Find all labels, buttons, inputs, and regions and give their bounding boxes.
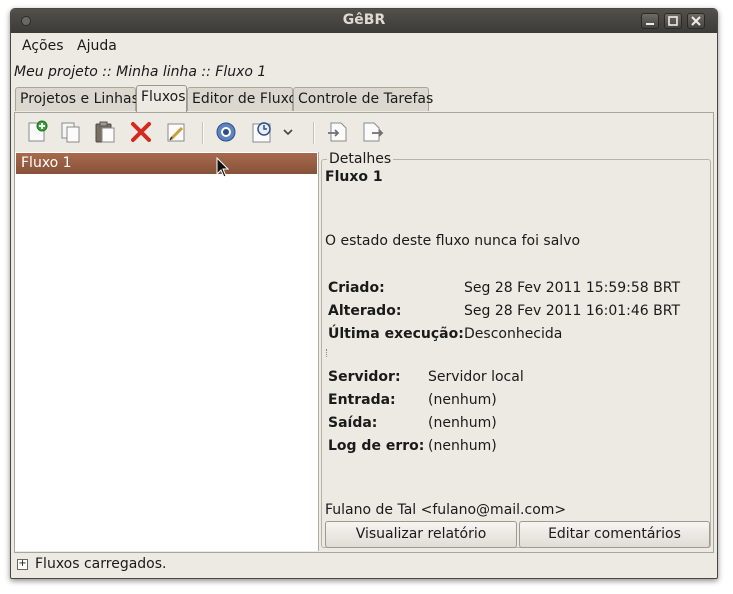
menu-ajuda[interactable]: Ajuda [77, 38, 117, 54]
delete-icon [131, 122, 151, 142]
created-value: Seg 28 Fev 2011 15:59:58 BRT [464, 280, 681, 296]
tab-editor-de-fluxo[interactable]: Editor de Fluxo [187, 87, 297, 111]
expand-log-button[interactable]: + [17, 559, 28, 570]
delete-button[interactable] [129, 120, 153, 144]
output-value: (nenhum) [428, 415, 497, 431]
tab-fluxos[interactable]: Fluxos [136, 85, 187, 112]
tab-projetos-e-linhas[interactable]: Projetos e Linhas [15, 87, 139, 111]
minimize-icon [646, 23, 654, 25]
breadcrumb: Meu projeto :: Minha linha :: Fluxo 1 [14, 64, 267, 80]
close-window-button[interactable] [687, 13, 705, 29]
details-state-text: O estado deste fluxo nunca foi salvo [325, 233, 581, 249]
author-text: Fulano de Tal <fulano@mail.com> [325, 502, 567, 518]
copy-button[interactable] [59, 120, 83, 144]
output-label: Saída: [328, 415, 378, 431]
toolbar [15, 113, 713, 151]
copy-icon [61, 122, 80, 143]
modified-value: Seg 28 Fev 2011 16:01:46 BRT [464, 303, 681, 319]
details-legend: Detalhes [327, 151, 394, 167]
window-title: GêBR [342, 12, 386, 28]
last-run-value: Desconhecida [464, 326, 563, 342]
status-text: Fluxos carregados. [35, 556, 167, 572]
view-report-button[interactable]: Visualizar relatório [325, 521, 517, 548]
server-value: Servidor local [428, 369, 524, 385]
import-button[interactable] [326, 120, 350, 144]
import-icon [328, 122, 347, 142]
server-label: Servidor: [328, 369, 401, 385]
edit-icon [167, 123, 185, 142]
error-log-value: (nenhum) [428, 438, 497, 454]
run-icon [216, 122, 236, 142]
maximize-icon [668, 16, 678, 26]
tab-controle-de-tarefas[interactable]: Controle de Tarefas [293, 87, 433, 111]
mouse-pointer-icon [216, 157, 230, 178]
menubar: Ações Ajuda [11, 35, 717, 57]
toolbar-separator-2 [313, 122, 315, 144]
schedule-button[interactable] [250, 120, 274, 144]
titlebar[interactable]: GêBR [11, 9, 717, 33]
last-run-label: Última execução: [328, 326, 464, 342]
menu-acoes[interactable]: Ações [22, 38, 64, 54]
run-button[interactable] [214, 120, 238, 144]
maximize-button[interactable] [664, 13, 682, 29]
minimize-button[interactable] [641, 13, 659, 29]
export-icon [363, 122, 384, 142]
error-log-label: Log de erro: [328, 438, 425, 454]
edit-button[interactable] [164, 120, 188, 144]
new-flow-button[interactable] [25, 120, 49, 144]
statusbar: + Fluxos carregados. [11, 555, 717, 577]
export-button[interactable] [361, 120, 385, 144]
list-item[interactable]: Fluxo 1 [16, 153, 317, 174]
details-frame [321, 159, 711, 548]
new-flow-icon [28, 120, 48, 142]
chevron-down-icon [283, 129, 293, 136]
modified-label: Alterado: [328, 303, 402, 319]
paste-icon [95, 121, 115, 143]
toolbar-separator [202, 122, 204, 144]
schedule-dropdown-button[interactable] [281, 120, 295, 144]
flows-panel: Fluxo 1 Detalhes Fluxo 1 O estado deste … [14, 112, 714, 553]
input-label: Entrada: [328, 392, 396, 408]
schedule-icon [252, 122, 271, 143]
details-flow-title: Fluxo 1 [325, 169, 383, 185]
created-label: Criado: [328, 280, 385, 296]
app-window: GêBR Ações Ajuda Meu projeto :: Minha li… [10, 8, 718, 579]
close-icon [691, 16, 701, 26]
paste-button[interactable] [93, 120, 117, 144]
input-value: (nenhum) [428, 392, 497, 408]
flow-list[interactable]: Fluxo 1 [15, 152, 319, 551]
edit-comments-button[interactable]: Editar comentários [519, 521, 710, 548]
